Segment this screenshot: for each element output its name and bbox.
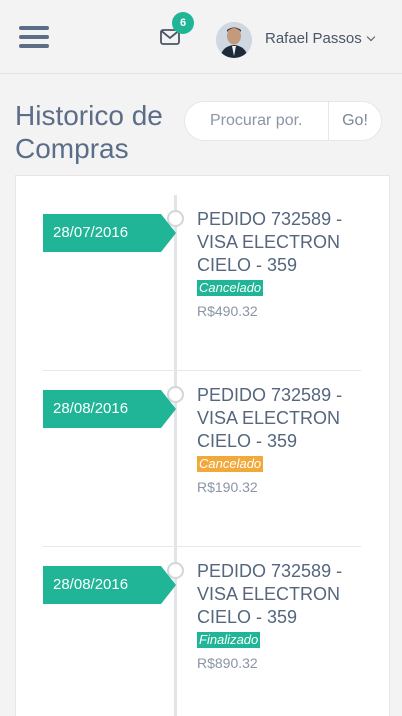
notification-badge: 6 [172,12,194,34]
user-name: Rafael Passos [265,30,362,47]
order-price: R$490.32 [197,303,258,319]
circle-icon [167,386,184,403]
order-info: PEDIDO 732589 - VISA ELECTRON CIELO - 35… [197,384,362,495]
search-input[interactable]: Procurar por. [185,102,328,140]
order-date-label: 28/08/2016 [43,566,176,604]
search-go-button[interactable]: Go! [328,102,381,140]
page-title: Historico de Compras [15,100,163,164]
order-date-label: 28/07/2016 [43,214,176,252]
order-title[interactable]: PEDIDO 732589 - VISA ELECTRON CIELO - 35… [197,384,362,453]
order-date-label: 28/08/2016 [43,390,176,428]
chevron-down-icon [366,32,375,42]
status-badge: Finalizado [197,632,261,648]
user-menu[interactable]: Rafael Passos [265,30,375,47]
search-bar: Procurar por. Go! [184,101,382,141]
order-title[interactable]: PEDIDO 732589 - VISA ELECTRON CIELO - 35… [197,560,362,629]
order-info: PEDIDO 732589 - VISA ELECTRON CIELO - 35… [197,560,362,671]
order-price: R$890.32 [197,655,258,671]
top-navbar: 6 Rafael Passos [0,0,402,74]
status-badge: Cancelado [197,456,264,472]
entry-divider [43,370,361,371]
hamburger-menu-icon[interactable] [19,26,49,50]
circle-icon [167,562,184,579]
avatar[interactable] [216,22,252,58]
timeline-line [174,195,177,716]
order-info: PEDIDO 732589 - VISA ELECTRON CIELO - 35… [197,208,362,319]
order-price: R$190.32 [197,479,258,495]
order-title[interactable]: PEDIDO 732589 - VISA ELECTRON CIELO - 35… [197,208,362,277]
entry-divider [43,546,361,547]
status-badge: Cancelado [197,280,264,296]
circle-icon [167,210,184,227]
